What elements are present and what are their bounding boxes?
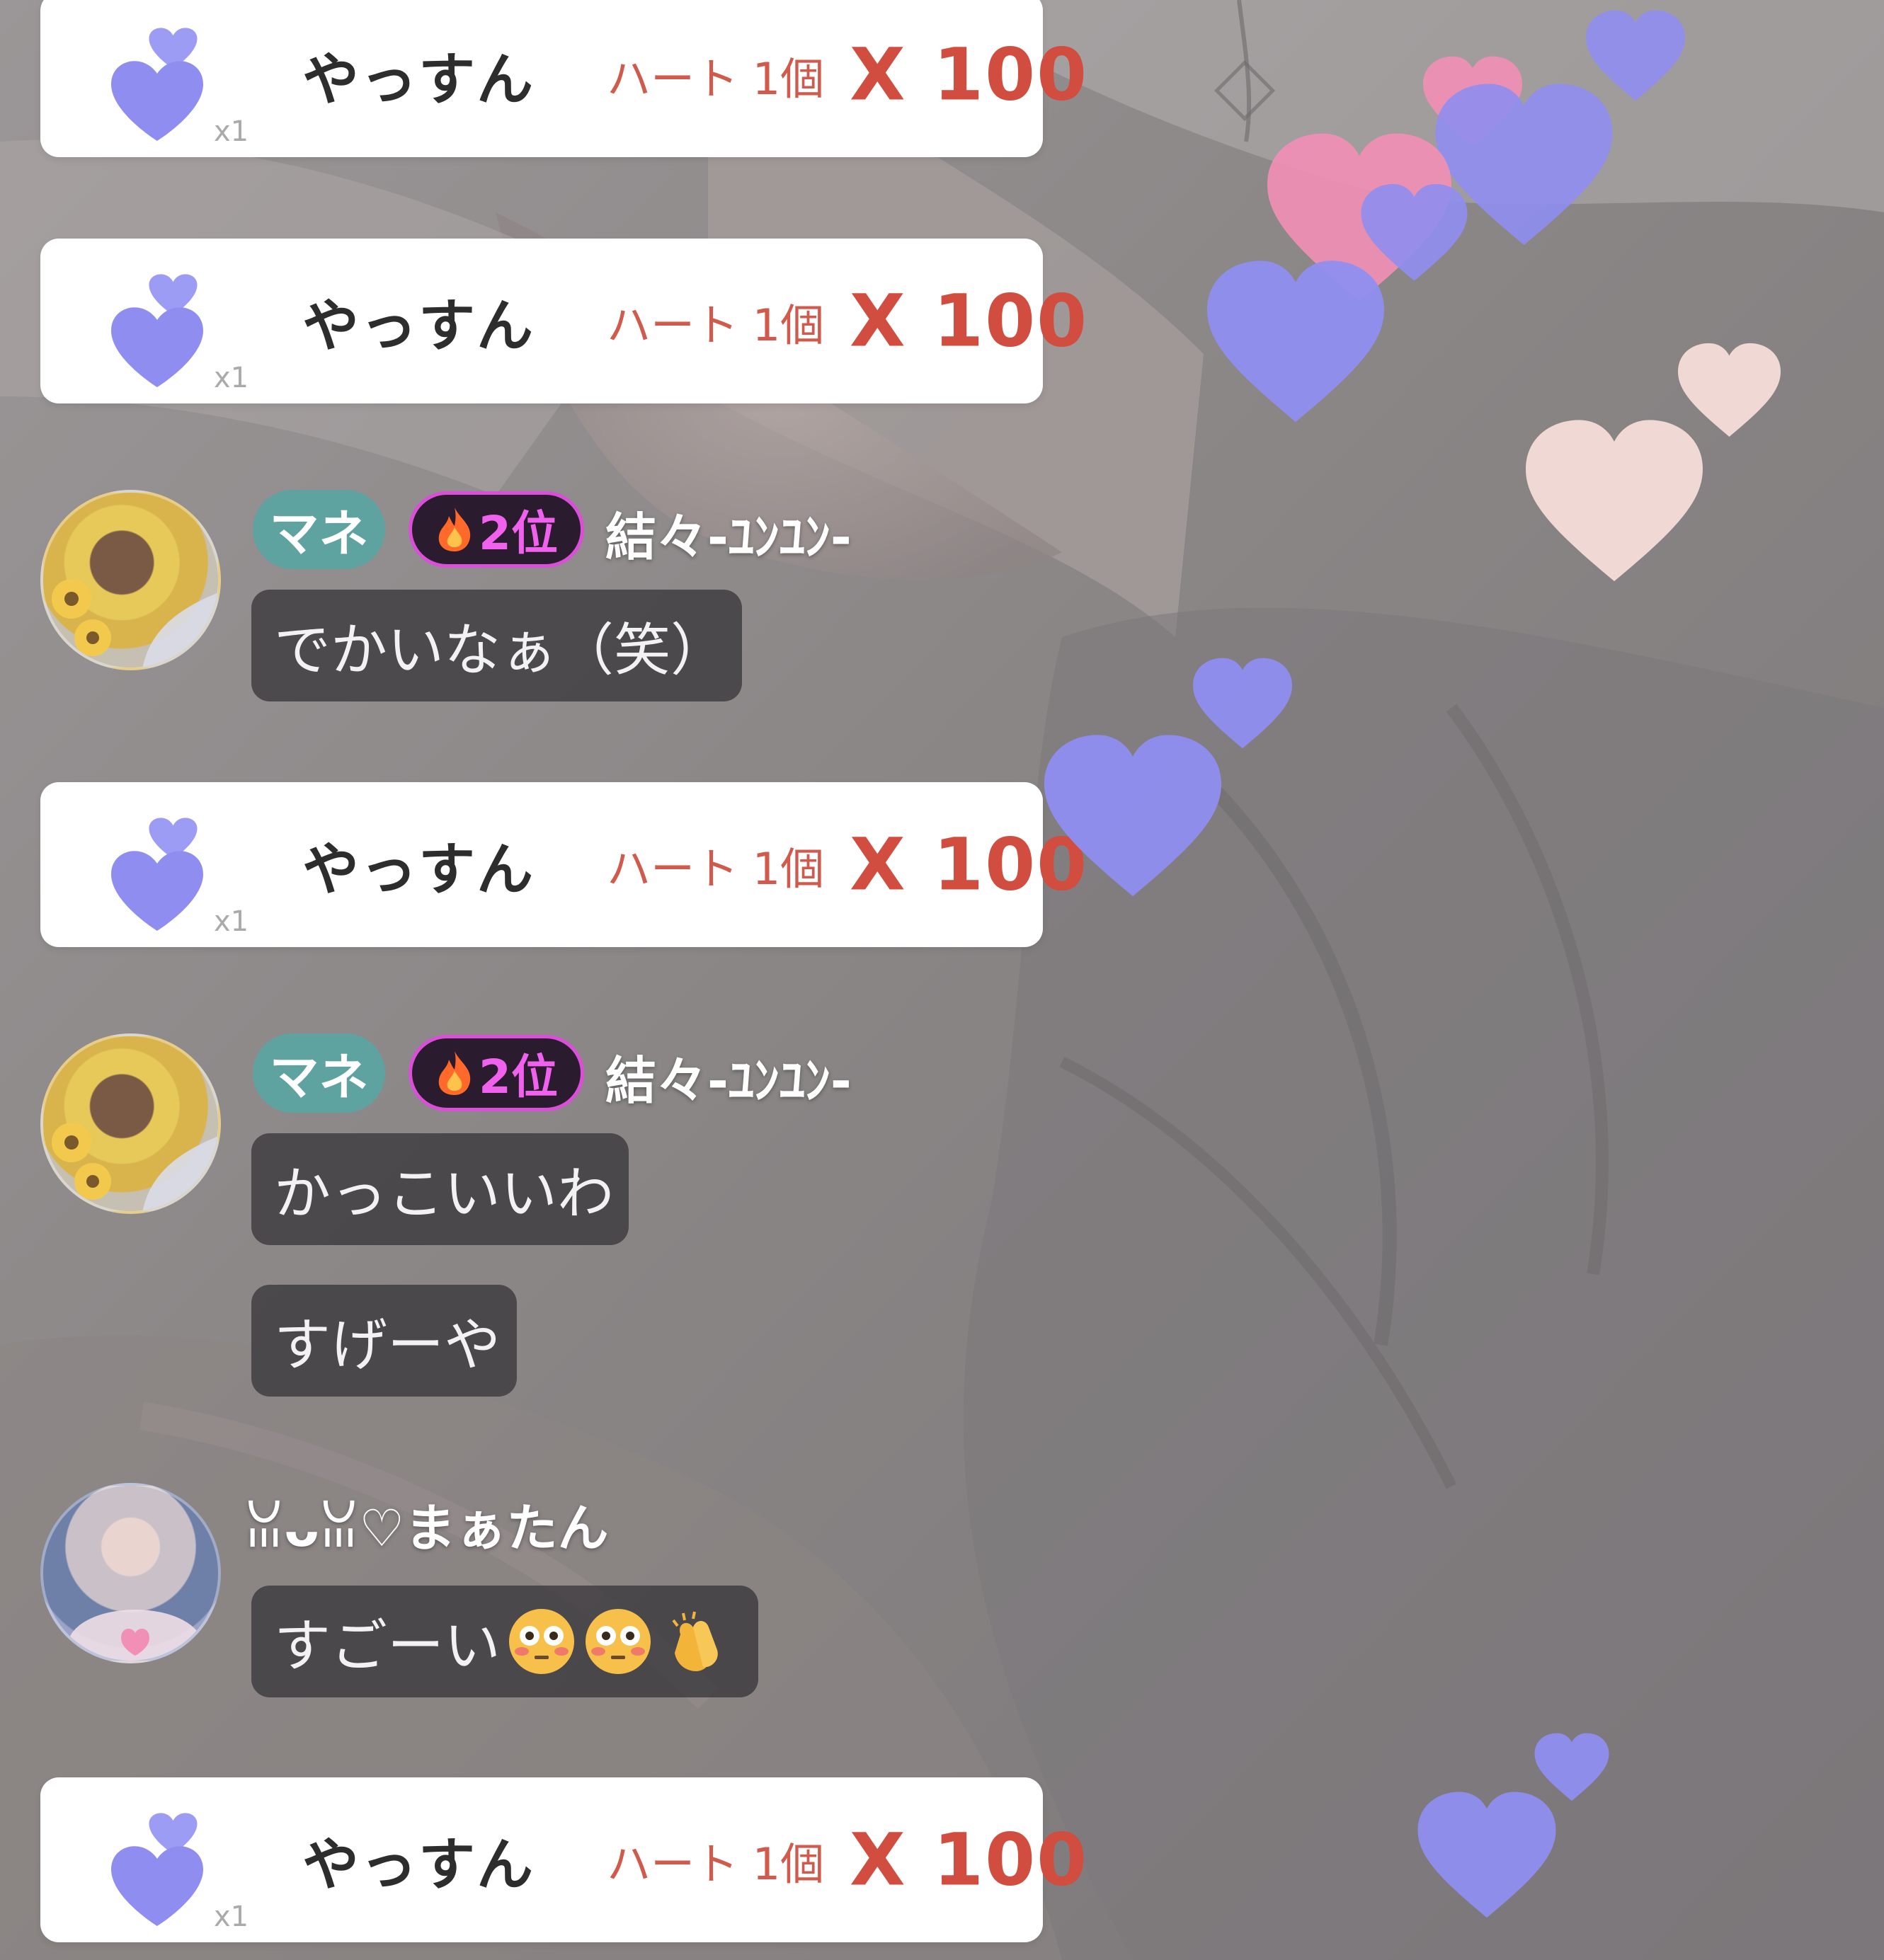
- fire-icon: [438, 508, 471, 551]
- svg-text:x1: x1: [214, 905, 249, 931]
- svg-text:x1: x1: [214, 362, 249, 387]
- comment-bubble: でかいなぁ（笑）: [251, 590, 742, 701]
- gift-notification: x1 やっすん ハート 1個 X 100: [40, 782, 1087, 947]
- floating-heart-icon: [1044, 735, 1221, 897]
- comment-username[interactable]: 結々-ﾕﾝﾕﾝ-: [605, 495, 852, 570]
- purple-heart-gift-icon: x1: [111, 28, 249, 141]
- gift-sender-name[interactable]: やっすん: [302, 1819, 535, 1901]
- fire-icon: [438, 1051, 471, 1095]
- svg-text:x1: x1: [214, 1901, 249, 1926]
- flushed-face-emoji: [586, 1609, 651, 1674]
- clapping-hands-emoji: [672, 1611, 718, 1671]
- floating-heart-icon: [1207, 260, 1384, 423]
- avatar[interactable]: [40, 1033, 221, 1214]
- comment-username[interactable]: 結々-ﾕﾝﾕﾝ-: [605, 1039, 852, 1113]
- purple-heart-gift-icon: x1: [111, 1813, 249, 1926]
- gift-item-label: ハート 1個: [607, 842, 825, 895]
- avatar[interactable]: [40, 1483, 221, 1663]
- rank-label: 2位: [479, 506, 558, 561]
- gift-item-label: ハート 1個: [607, 52, 825, 105]
- gift-sender-name[interactable]: やっすん: [302, 824, 535, 906]
- rank-badge: 2位: [409, 1035, 584, 1111]
- comment-bubble: かっこいいわ: [251, 1133, 629, 1245]
- rank-label: 2位: [479, 1050, 558, 1104]
- angel-wings-frame-icon: [52, 1123, 218, 1211]
- live-stream-overlay: x1 やっすん ハート 1個 X 100 x1 やっすん ハート 1個 X 10…: [0, 0, 1884, 1960]
- comment-bubble: すげーや: [251, 1285, 517, 1397]
- purple-heart-gift-icon: x1: [111, 818, 249, 931]
- rank-badge: 2位: [409, 491, 584, 568]
- gift-quantity: X 100: [850, 1818, 1089, 1902]
- manager-badge: マネ: [253, 1033, 385, 1113]
- comment-text: すごーい: [274, 1613, 501, 1679]
- floating-heart-icon: [1417, 1792, 1556, 1918]
- manager-badge: マネ: [253, 490, 385, 569]
- avatar[interactable]: [40, 490, 221, 670]
- gift-quantity: X 100: [850, 279, 1089, 363]
- gift-notification: x1 やっすん ハート 1個 X 100: [40, 0, 1087, 157]
- comment-bubble: すごーい: [251, 1586, 758, 1697]
- gift-quantity: X 100: [850, 33, 1089, 117]
- angel-wings-frame-icon: [52, 579, 218, 667]
- svg-text:x1: x1: [214, 115, 249, 141]
- gift-item-label: ハート 1個: [607, 299, 825, 351]
- comment-username[interactable]: ꈍᴗꈍ♡まぁたん: [244, 1486, 609, 1561]
- flushed-face-emoji: [509, 1609, 574, 1674]
- gift-sender-name[interactable]: やっすん: [302, 280, 535, 362]
- floating-heart-icon: [1526, 420, 1703, 582]
- gift-item-label: ハート 1個: [607, 1838, 825, 1890]
- gift-sender-name[interactable]: やっすん: [302, 34, 535, 116]
- purple-heart-gift-icon: x1: [111, 274, 249, 387]
- pink-cloud-frame-icon: [68, 1610, 202, 1661]
- gift-notification: x1 やっすん ハート 1個 X 100: [40, 1777, 1087, 1942]
- gift-notification: x1 やっすん ハート 1個 X 100: [40, 239, 1087, 403]
